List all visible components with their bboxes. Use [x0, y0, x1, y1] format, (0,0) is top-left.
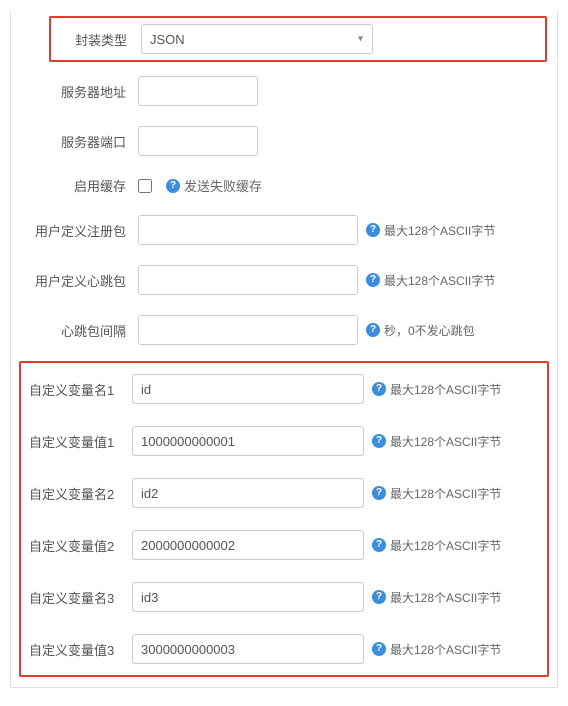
hint-heartbeat-packet: ? 最大128个ASCII字节 [366, 272, 495, 289]
label-server-address: 服务器地址 [23, 82, 138, 101]
help-icon: ? [372, 590, 386, 604]
help-icon: ? [372, 486, 386, 500]
row-register-packet: 用户定义注册包 ? 最大128个ASCII字节 [19, 205, 549, 255]
custom-var-value-1-hint: 最大128个ASCII字节 [390, 433, 501, 450]
label-custom-var-value-1: 自定义变量值1 [25, 432, 132, 451]
heartbeat-interval-hint-text: 秒，0不发心跳包 [384, 322, 475, 339]
enable-cache-hint: 发送失败缓存 [184, 176, 262, 195]
hint-register-packet: ? 最大128个ASCII字节 [366, 222, 495, 239]
custom-var-name-2-hint: 最大128个ASCII字节 [390, 485, 501, 502]
row-server-port: 服务器端口 [19, 116, 549, 166]
heartbeat-packet-input[interactable] [138, 265, 358, 295]
row-encapsulation: 封装类型 JSON [55, 24, 541, 54]
custom-var-value-2-hint: 最大128个ASCII字节 [390, 537, 501, 554]
row-heartbeat-interval: 心跳包间隔 ? 秒，0不发心跳包 [19, 305, 549, 355]
custom-var-value-1-input[interactable] [132, 426, 364, 456]
custom-var-name-2-input[interactable] [132, 478, 364, 508]
encapsulation-select[interactable]: JSON [141, 24, 373, 54]
label-heartbeat-packet: 用户定义心跳包 [23, 271, 138, 290]
label-register-packet: 用户定义注册包 [23, 221, 138, 240]
row-custom-var-name-2: 自定义变量名2 ? 最大128个ASCII字节 [21, 467, 547, 519]
encapsulation-select-wrap: JSON [141, 24, 373, 54]
hint-heartbeat-interval: ? 秒，0不发心跳包 [366, 322, 475, 339]
custom-var-name-3-hint: 最大128个ASCII字节 [390, 589, 501, 606]
help-icon: ? [372, 538, 386, 552]
row-heartbeat-packet: 用户定义心跳包 ? 最大128个ASCII字节 [19, 255, 549, 305]
row-server-address: 服务器地址 [19, 66, 549, 116]
row-custom-var-name-3: 自定义变量名3 ? 最大128个ASCII字节 [21, 571, 547, 623]
register-packet-hint-text: 最大128个ASCII字节 [384, 222, 495, 239]
row-custom-var-value-3: 自定义变量值3 ? 最大128个ASCII字节 [21, 623, 547, 675]
server-address-input[interactable] [138, 76, 258, 106]
hint-custom-var-name-3: ? 最大128个ASCII字节 [372, 589, 501, 606]
highlight-encapsulation: 封装类型 JSON [49, 16, 547, 62]
label-encapsulation: 封装类型 [55, 30, 141, 49]
hint-custom-var-name-2: ? 最大128个ASCII字节 [372, 485, 501, 502]
label-custom-var-name-3: 自定义变量名3 [25, 588, 132, 607]
help-icon: ? [372, 434, 386, 448]
custom-var-name-1-input[interactable] [132, 374, 364, 404]
custom-var-value-2-input[interactable] [132, 530, 364, 560]
hint-custom-var-value-3: ? 最大128个ASCII字节 [372, 641, 501, 658]
enable-cache-checkbox[interactable] [138, 179, 152, 193]
label-custom-var-name-2: 自定义变量名2 [25, 484, 132, 503]
enable-cache-hint-wrap: ? 发送失败缓存 [166, 176, 262, 195]
heartbeat-interval-input[interactable] [138, 315, 358, 345]
label-heartbeat-interval: 心跳包间隔 [23, 321, 138, 340]
label-enable-cache: 启用缓存 [23, 176, 138, 195]
custom-var-name-1-hint: 最大128个ASCII字节 [390, 381, 501, 398]
help-icon: ? [372, 642, 386, 656]
label-custom-var-value-2: 自定义变量值2 [25, 536, 132, 555]
label-server-port: 服务器端口 [23, 132, 138, 151]
custom-var-value-3-input[interactable] [132, 634, 364, 664]
row-custom-var-value-1: 自定义变量值1 ? 最大128个ASCII字节 [21, 415, 547, 467]
hint-custom-var-value-2: ? 最大128个ASCII字节 [372, 537, 501, 554]
label-custom-var-name-1: 自定义变量名1 [25, 380, 132, 399]
register-packet-input[interactable] [138, 215, 358, 245]
help-icon: ? [366, 273, 380, 287]
hint-custom-var-name-1: ? 最大128个ASCII字节 [372, 381, 501, 398]
help-icon: ? [366, 323, 380, 337]
row-custom-var-name-1: 自定义变量名1 ? 最大128个ASCII字节 [21, 363, 547, 415]
custom-var-name-3-input[interactable] [132, 582, 364, 612]
server-port-input[interactable] [138, 126, 258, 156]
help-icon: ? [166, 179, 180, 193]
settings-form: 封装类型 JSON 服务器地址 服务器端口 启用缓存 [10, 10, 558, 688]
row-enable-cache: 启用缓存 ? 发送失败缓存 [19, 166, 549, 205]
heartbeat-packet-hint-text: 最大128个ASCII字节 [384, 272, 495, 289]
help-icon: ? [372, 382, 386, 396]
label-custom-var-value-3: 自定义变量值3 [25, 640, 132, 659]
custom-var-value-3-hint: 最大128个ASCII字节 [390, 641, 501, 658]
help-icon: ? [366, 223, 380, 237]
row-custom-var-value-2: 自定义变量值2 ? 最大128个ASCII字节 [21, 519, 547, 571]
hint-custom-var-value-1: ? 最大128个ASCII字节 [372, 433, 501, 450]
highlight-custom-vars: 自定义变量名1 ? 最大128个ASCII字节 自定义变量值1 ? 最大128个… [19, 361, 549, 677]
